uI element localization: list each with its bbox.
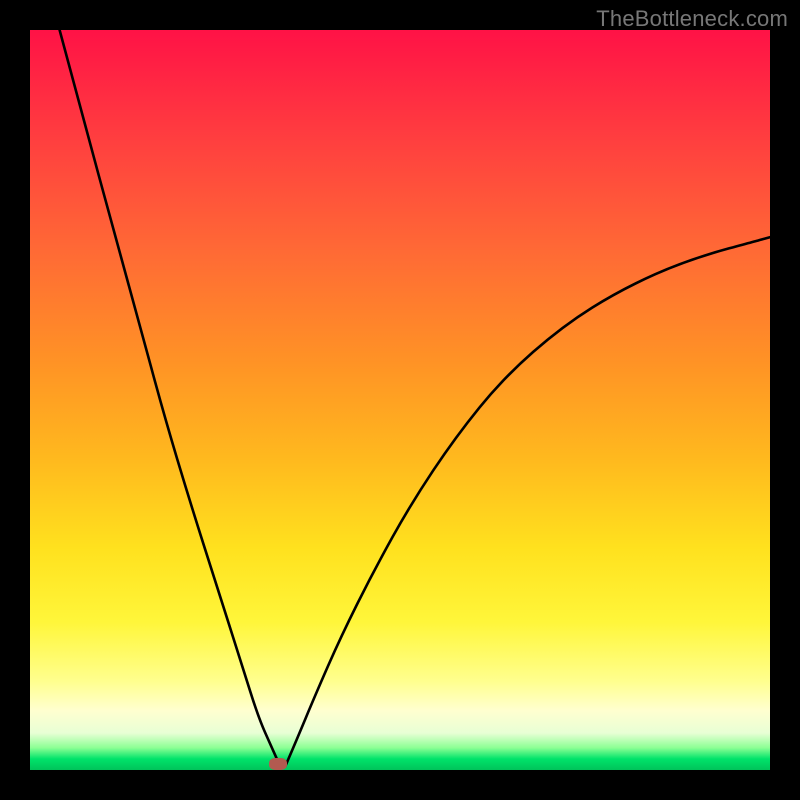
watermark-text: TheBottleneck.com — [596, 6, 788, 32]
curve-left-branch — [60, 30, 281, 766]
chart-frame: TheBottleneck.com — [0, 0, 800, 800]
curve-svg — [30, 30, 770, 770]
plot-area — [30, 30, 770, 770]
curve-right-branch — [285, 237, 770, 766]
minimum-marker-dot — [269, 758, 287, 770]
